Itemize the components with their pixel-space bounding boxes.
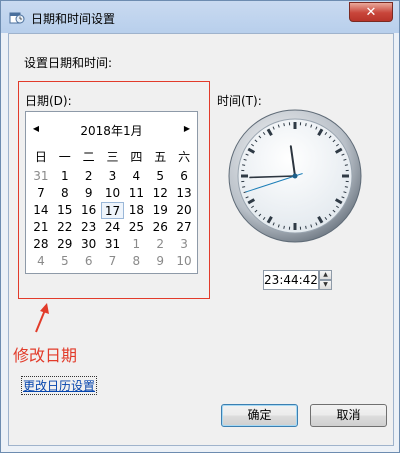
- calendar-day[interactable]: 2: [148, 236, 172, 253]
- clock-minute-tick: [283, 123, 285, 127]
- calendar-day[interactable]: 30: [77, 236, 101, 253]
- calendar-day[interactable]: 25: [124, 219, 148, 236]
- weekday-header: 一: [58, 150, 71, 164]
- calendar-day[interactable]: 24: [101, 219, 125, 236]
- next-month-icon[interactable]: ▶: [182, 124, 192, 134]
- calendar-day[interactable]: 15: [53, 202, 77, 219]
- weekday-header: 二: [82, 150, 95, 164]
- calendar-day[interactable]: 7: [29, 185, 53, 202]
- date-label: 日期(D):: [25, 94, 72, 108]
- calendar-day[interactable]: 28: [29, 236, 53, 253]
- calendar-day[interactable]: 19: [148, 202, 172, 219]
- calendar-day[interactable]: 7: [101, 253, 125, 270]
- calendar-day[interactable]: 4: [124, 168, 148, 185]
- calendar-day[interactable]: 23: [77, 219, 101, 236]
- calendar-day[interactable]: 2: [77, 168, 101, 185]
- annotation-text: 修改日期: [13, 346, 78, 365]
- change-calendar-settings-link[interactable]: 更改日历设置: [20, 376, 98, 395]
- calendar-day[interactable]: 5: [53, 253, 77, 270]
- page-title: 设置日期和时间:: [24, 56, 113, 70]
- clock-minute-tick: [344, 164, 348, 166]
- dialog-body: 设置日期和时间: 日期(D): ◀ 2018年1月 ▶ 日一二三四五六 31 1 2 3…: [8, 33, 394, 446]
- calendar-day[interactable]: 21: [29, 219, 53, 236]
- month-title[interactable]: 2018年1月: [26, 122, 197, 139]
- calendar-day[interactable]: 10: [172, 253, 196, 270]
- spin-up-icon[interactable]: ▲: [319, 270, 332, 280]
- calendar-day[interactable]: 12: [148, 185, 172, 202]
- calendar-day[interactable]: 6: [77, 253, 101, 270]
- time-label: 时间(T):: [217, 94, 262, 108]
- calendar-day[interactable]: 8: [53, 185, 77, 202]
- clock-minute-tick: [242, 186, 246, 188]
- calendar-day[interactable]: 13: [172, 185, 196, 202]
- ok-button[interactable]: 确定: [221, 404, 298, 427]
- calendar-day[interactable]: 3: [101, 168, 125, 185]
- calendar-day[interactable]: 1: [53, 168, 77, 185]
- calendar-day[interactable]: 14: [29, 202, 53, 219]
- weekday-header: 日: [34, 150, 47, 164]
- calendar-day[interactable]: 18: [124, 202, 148, 219]
- calendar-grid: 日一二三四五六 31 1 2 3 4 5 6 7 8 9 10 11 12 13 14 15 16 17 18 19 20…: [29, 149, 196, 270]
- calendar-day[interactable]: 1: [124, 236, 148, 253]
- clock-center-pin: [292, 173, 298, 179]
- window-title: 日期和时间设置: [31, 12, 116, 26]
- weekday-header: 五: [154, 150, 167, 164]
- calendar-day[interactable]: 6: [172, 168, 196, 185]
- close-button[interactable]: ✕: [349, 2, 393, 22]
- calendar: ◀ 2018年1月 ▶ 日一二三四五六 31 1 2 3 4 5 6 7 8 9 10 11 12 13 14…: [25, 111, 198, 274]
- calendar-day[interactable]: 4: [29, 253, 53, 270]
- calendar-day[interactable]: 27: [172, 219, 196, 236]
- clock-minute-tick: [305, 123, 307, 127]
- cancel-button[interactable]: 取消: [310, 404, 387, 427]
- calendar-day[interactable]: 10: [101, 185, 125, 202]
- calendar-day[interactable]: 11: [124, 185, 148, 202]
- weekday-header: 三: [106, 150, 119, 164]
- calendar-day[interactable]: 3: [172, 236, 196, 253]
- time-spinner: ▲ ▼: [319, 270, 332, 290]
- calendar-day[interactable]: 31: [29, 168, 53, 185]
- calendar-day[interactable]: 22: [53, 219, 77, 236]
- weekday-header: 六: [178, 150, 191, 164]
- calendar-day[interactable]: 5: [148, 168, 172, 185]
- title-bar[interactable]: 日期和时间设置 ✕: [1, 1, 399, 33]
- clock-minute-tick: [305, 225, 307, 229]
- clock-minute-tick: [344, 186, 348, 188]
- calendar-day-selected[interactable]: 17: [100, 202, 125, 219]
- calendar-day[interactable]: 29: [53, 236, 77, 253]
- calendar-day[interactable]: 20: [172, 202, 196, 219]
- clock-minute-tick: [283, 225, 285, 229]
- calendar-clock-icon: [9, 12, 25, 24]
- date-time-settings-window: 日期和时间设置 ✕ 设置日期和时间: 日期(D): ◀ 2018年1月 ▶ 日一…: [0, 0, 400, 453]
- calendar-day[interactable]: 9: [148, 253, 172, 270]
- spin-down-icon[interactable]: ▼: [319, 280, 332, 290]
- red-arrow-icon: [35, 303, 49, 333]
- analog-clock: [228, 109, 362, 243]
- calendar-day[interactable]: 9: [77, 185, 101, 202]
- calendar-day[interactable]: 31: [101, 236, 125, 253]
- clock-minute-tick: [242, 164, 246, 166]
- weekday-header: 四: [130, 150, 143, 164]
- time-input[interactable]: 23:44:42: [263, 270, 319, 290]
- calendar-day[interactable]: 8: [124, 253, 148, 270]
- calendar-day[interactable]: 16: [77, 202, 101, 219]
- calendar-day[interactable]: 26: [148, 219, 172, 236]
